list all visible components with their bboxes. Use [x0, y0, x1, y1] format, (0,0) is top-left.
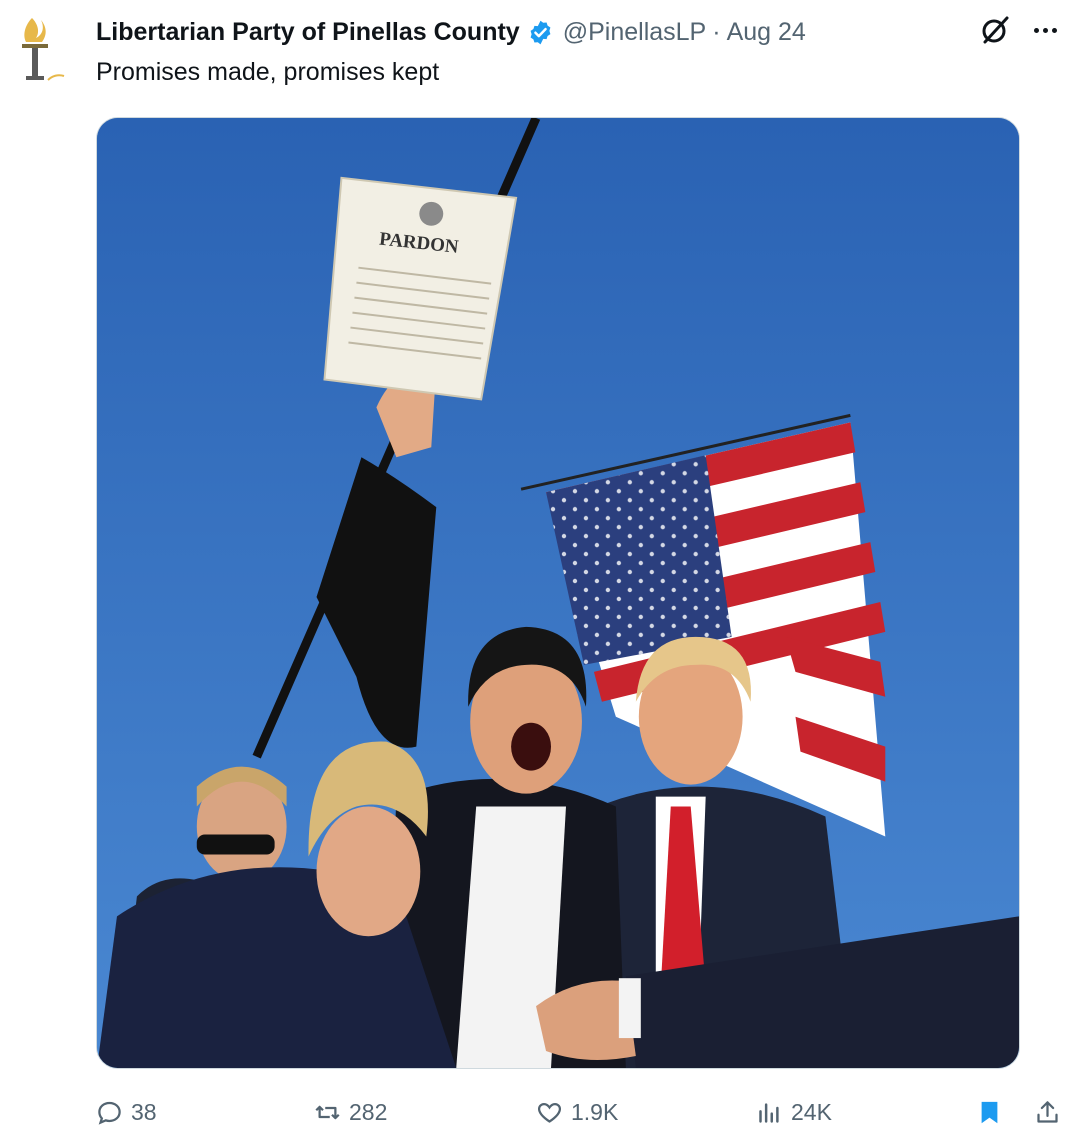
reply-icon — [98, 1101, 121, 1125]
view-count: 24K — [791, 1098, 832, 1125]
share-icon — [1037, 1100, 1058, 1123]
tweet-media-image[interactable]: PARDON — [96, 117, 1020, 1069]
more-icon[interactable] — [1029, 14, 1061, 46]
views-chart-icon — [759, 1102, 779, 1123]
verified-badge-icon — [530, 20, 551, 44]
tweet-header: Libertarian Party of Pinellas County @Pi… — [96, 14, 806, 50]
tweet-actions: 38 282 1.9K 24K — [94, 1092, 1069, 1132]
grok-icon[interactable] — [979, 14, 1011, 46]
repost-count: 282 — [349, 1098, 388, 1125]
separator-dot: · — [712, 17, 721, 46]
photo-illustration: PARDON — [97, 118, 1019, 1068]
views-button[interactable]: 24K — [756, 1092, 832, 1132]
like-button[interactable]: 1.9K — [536, 1092, 618, 1132]
repost-icon — [315, 1105, 340, 1119]
reply-count: 38 — [131, 1098, 157, 1125]
torch-logo-icon — [22, 18, 65, 81]
bookmark-button[interactable] — [976, 1092, 1003, 1132]
repost-button[interactable]: 282 — [314, 1092, 387, 1132]
share-button[interactable] — [1034, 1092, 1061, 1132]
heart-icon — [537, 1102, 562, 1123]
tweet-text: Promises made, promises kept — [96, 58, 440, 86]
author-handle[interactable]: @PinellasLP — [563, 18, 707, 47]
reply-button[interactable]: 38 — [96, 1092, 157, 1132]
like-count: 1.9K — [571, 1098, 619, 1125]
author-avatar[interactable] — [8, 14, 70, 84]
pardon-document: PARDON — [323, 176, 518, 401]
tweet-top-actions — [979, 14, 1061, 46]
author-name[interactable]: Libertarian Party of Pinellas County — [96, 18, 520, 47]
bookmark-icon — [981, 1101, 998, 1123]
tweet-date[interactable]: Aug 24 — [727, 18, 806, 47]
